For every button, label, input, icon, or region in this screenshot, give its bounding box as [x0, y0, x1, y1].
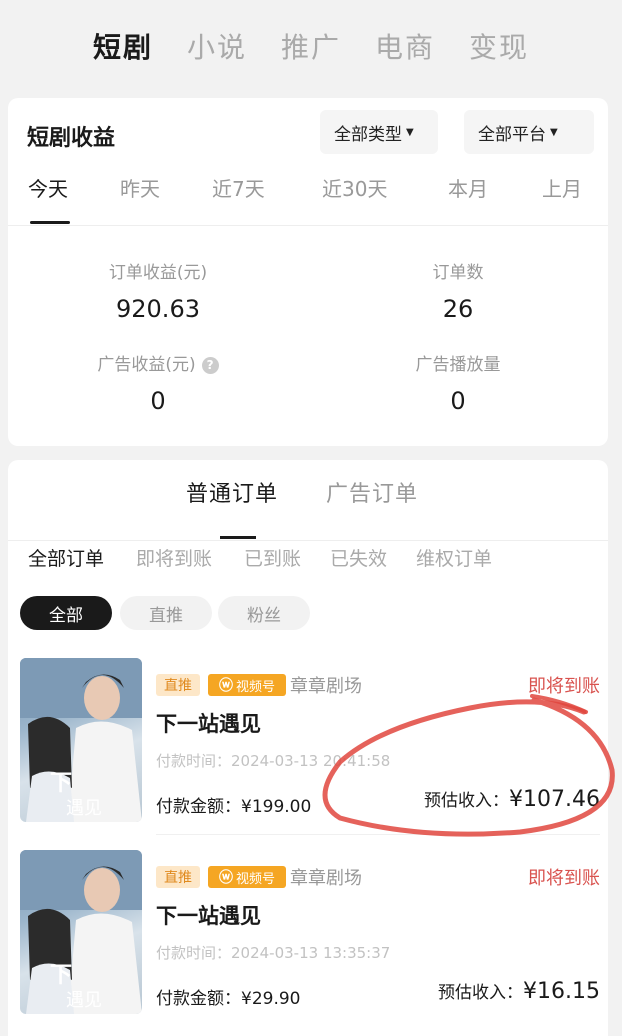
- order-status: 即将到账: [528, 868, 600, 889]
- period-tab-7days[interactable]: 近7天: [212, 173, 265, 202]
- top-tab-monetize[interactable]: 变现: [469, 26, 529, 66]
- stat-ad-income: 广告收益(元)? 0: [28, 350, 288, 415]
- channel-badge-label: 视频号: [235, 679, 275, 695]
- payment-amount: 付款金额：¥199.00: [156, 797, 312, 817]
- divider: [8, 225, 608, 226]
- status-tab-received[interactable]: 已到账: [244, 544, 301, 571]
- type-filter-dropdown[interactable]: 全部类型 ▼: [320, 110, 438, 154]
- shop-name: 章章剧场: [290, 868, 362, 889]
- shop-name: 章章剧场: [290, 676, 362, 697]
- payment-time: 付款时间：2024-03-13 13:35:37: [156, 944, 391, 962]
- svg-text:下: 下: [50, 962, 72, 988]
- channels-logo-icon: ⓦ: [218, 870, 233, 886]
- caret-down-icon: ▼: [406, 126, 414, 138]
- active-period-indicator: [30, 221, 70, 224]
- type-filter-label: 全部类型: [334, 124, 402, 145]
- chip-fans[interactable]: 粉丝: [218, 596, 310, 630]
- help-icon[interactable]: ?: [201, 356, 219, 374]
- svg-text:遇见: 遇见: [66, 990, 102, 1011]
- status-tab-expired[interactable]: 已失效: [330, 544, 387, 571]
- status-tab-upcoming[interactable]: 即将到账: [136, 544, 212, 571]
- direct-badge: 直推: [156, 674, 200, 696]
- platform-filter-label: 全部平台: [478, 124, 546, 145]
- stat-label: 订单收益(元): [108, 263, 208, 283]
- drama-title: 下一站遇见: [156, 712, 261, 736]
- tab-ad-orders[interactable]: 广告订单: [326, 476, 418, 508]
- drama-poster-image: 下 遇见: [20, 850, 142, 1014]
- stat-label: 广告收益(元)?: [28, 350, 288, 375]
- stat-order-count: 订单数 26: [328, 258, 588, 323]
- chip-direct[interactable]: 直推: [120, 596, 212, 630]
- stat-order-income: 订单收益(元) 920.63: [28, 258, 288, 323]
- estimated-income-value: ¥16.15: [523, 979, 600, 1004]
- estimated-income: 预估收入：¥16.15: [438, 978, 600, 1004]
- channel-badge-label: 视频号: [235, 871, 275, 887]
- platform-filter-dropdown[interactable]: 全部平台 ▼: [464, 110, 594, 154]
- earnings-card: 短剧收益 全部类型 ▼ 全部平台 ▼ 今天 昨天 近7天 近30天 本月 上月 …: [8, 98, 608, 446]
- stat-label: 广告播放量: [415, 355, 501, 375]
- top-category-tabs: 短剧 小说 推广 电商 变现: [0, 0, 622, 92]
- svg-text:下: 下: [50, 770, 72, 796]
- divider: [156, 834, 600, 835]
- top-tab-promotion[interactable]: 推广: [281, 26, 341, 66]
- svg-text:遇见: 遇见: [66, 798, 102, 819]
- estimated-income-label: 预估收入：: [438, 983, 524, 1003]
- order-item[interactable]: 下 遇见 直推 ⓦ 视频号 章章剧场 即将到账 下一站遇见 付款时间：2024-…: [20, 658, 600, 838]
- stat-label-text: 广告收益(元): [97, 355, 196, 375]
- period-tab-last-month[interactable]: 上月: [542, 173, 582, 202]
- channel-badge: ⓦ 视频号: [208, 866, 286, 888]
- order-status: 即将到账: [528, 676, 600, 697]
- drama-title: 下一站遇见: [156, 904, 261, 928]
- tab-normal-orders[interactable]: 普通订单: [186, 476, 278, 508]
- caret-down-icon: ▼: [550, 126, 558, 138]
- stat-ad-plays: 广告播放量 0: [328, 350, 588, 415]
- top-tab-novel[interactable]: 小说: [187, 26, 247, 66]
- period-tab-this-month[interactable]: 本月: [448, 173, 488, 202]
- estimated-income-value: ¥107.46: [509, 787, 600, 812]
- stat-value: 920.63: [116, 295, 200, 323]
- channels-logo-icon: ⓦ: [218, 678, 233, 694]
- status-tab-dispute[interactable]: 维权订单: [416, 544, 492, 571]
- orders-card: 普通订单 广告订单 全部订单 即将到账 已到账 已失效 维权订单 全部 直推 粉…: [8, 460, 608, 1036]
- drama-poster-image: 下 遇见: [20, 658, 142, 822]
- order-item[interactable]: 下 遇见 直推 ⓦ 视频号 章章剧场 即将到账 下一站遇见 付款时间：2024-…: [20, 850, 600, 1030]
- top-tab-short-drama[interactable]: 短剧: [93, 26, 153, 66]
- chip-all[interactable]: 全部: [20, 596, 112, 630]
- period-tab-today[interactable]: 今天: [28, 173, 68, 202]
- divider: [8, 540, 608, 541]
- channel-badge: ⓦ 视频号: [208, 674, 286, 696]
- stat-value: 0: [450, 387, 466, 415]
- earnings-title: 短剧收益: [27, 126, 116, 151]
- payment-time: 付款时间：2024-03-13 20:41:58: [156, 752, 391, 770]
- order-status-tabs: 全部订单 即将到账 已到账 已失效 维权订单: [8, 544, 608, 574]
- stat-value: 26: [442, 295, 474, 323]
- top-tab-ecommerce[interactable]: 电商: [375, 26, 435, 66]
- period-tab-30days[interactable]: 近30天: [322, 173, 387, 202]
- order-type-tabs: 普通订单 广告订单: [8, 476, 608, 541]
- payment-amount: 付款金额：¥29.90: [156, 989, 301, 1009]
- estimated-income-label: 预估收入：: [424, 791, 510, 811]
- period-tabs: 今天 昨天 近7天 近30天 本月 上月: [8, 173, 608, 226]
- active-order-type-indicator: [220, 536, 256, 539]
- direct-badge: 直推: [156, 866, 200, 888]
- stat-value: 0: [150, 387, 166, 415]
- status-tab-all[interactable]: 全部订单: [28, 544, 104, 571]
- period-tab-yesterday[interactable]: 昨天: [120, 173, 160, 202]
- estimated-income: 预估收入：¥107.46: [424, 786, 600, 812]
- stat-label: 订单数: [432, 263, 484, 283]
